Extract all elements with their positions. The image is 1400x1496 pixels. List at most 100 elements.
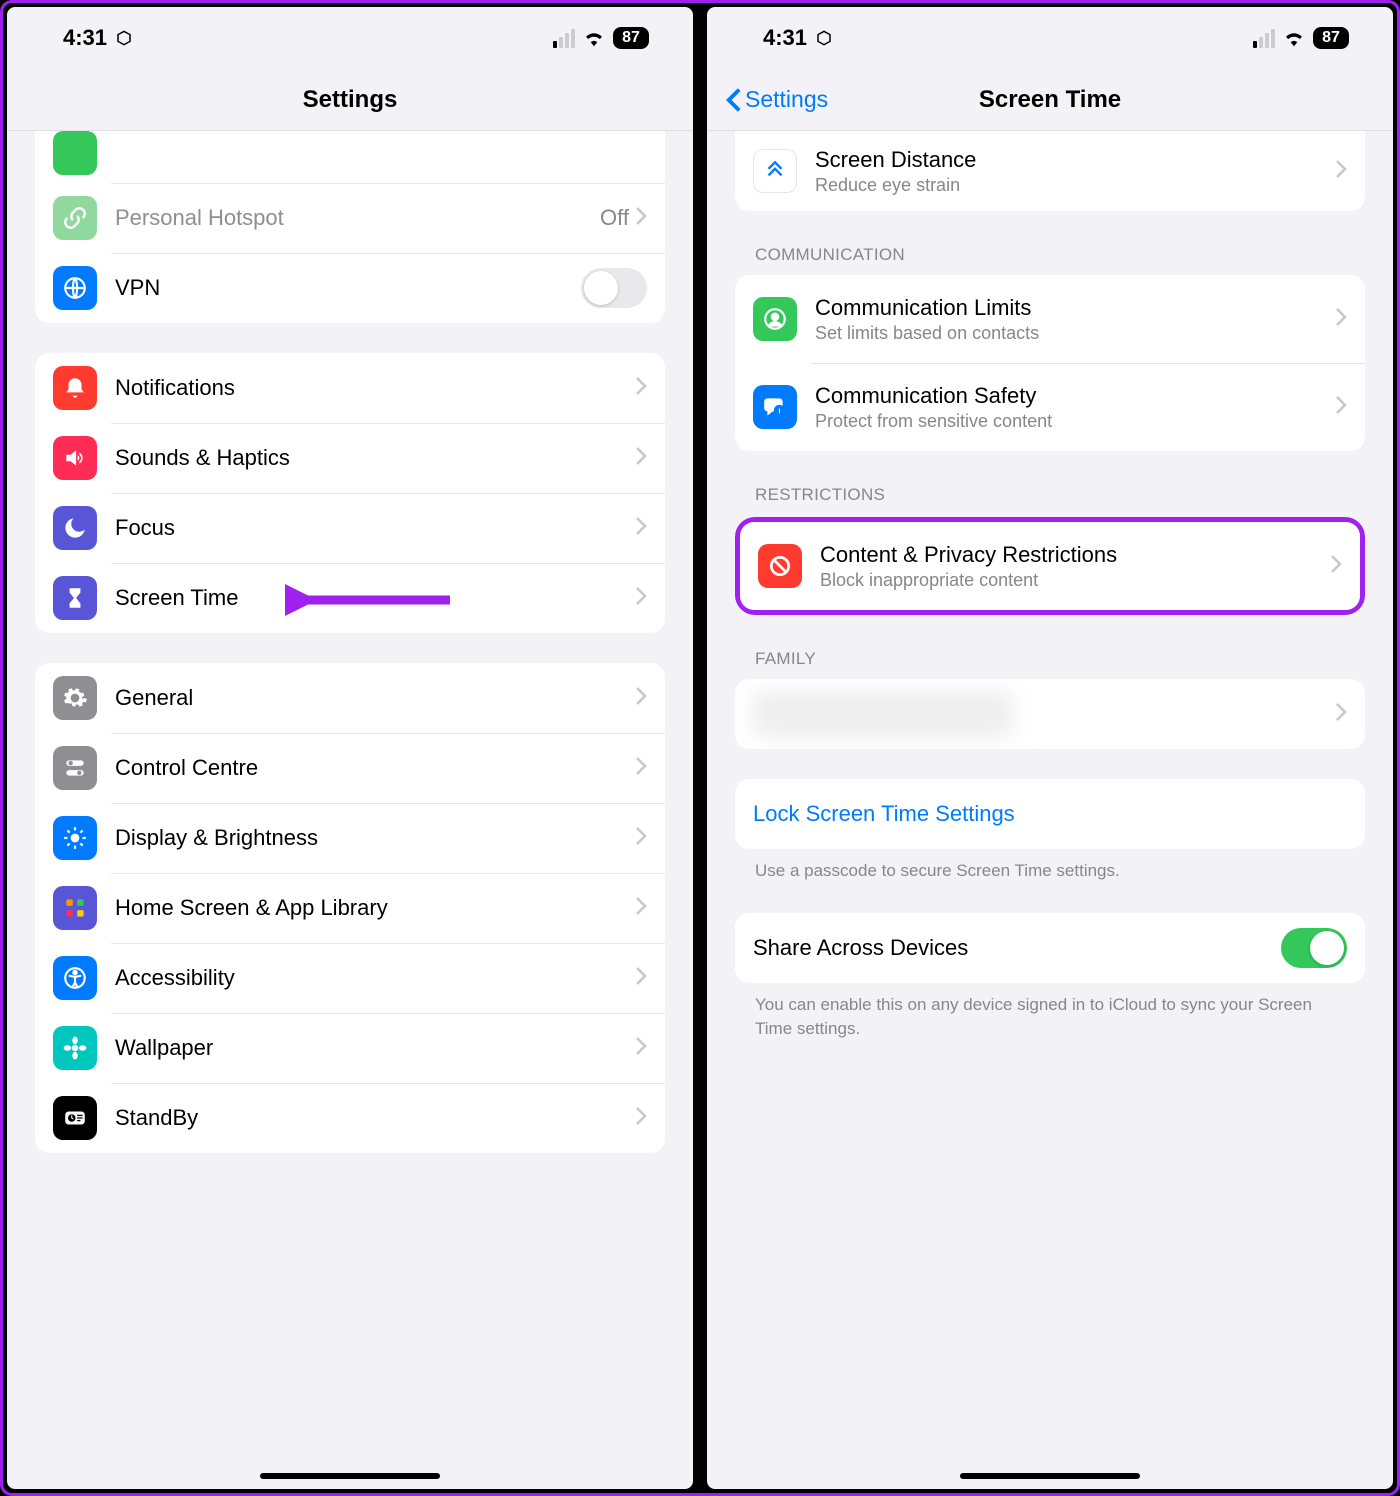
page-title: Screen Time	[979, 86, 1121, 114]
sounds-label: Sounds & Haptics	[115, 445, 635, 471]
vpn-toggle[interactable]	[581, 268, 647, 308]
redacted-content	[753, 691, 1013, 737]
speaker-icon	[53, 436, 97, 480]
cellular-signal-icon	[1253, 29, 1275, 48]
clock-icon	[53, 1096, 97, 1140]
row-accessibility[interactable]: Accessibility	[35, 943, 665, 1013]
control-label: Control Centre	[115, 755, 635, 781]
standby-label: StandBy	[115, 1105, 635, 1131]
comm-safety-sub: Protect from sensitive content	[815, 411, 1335, 432]
focus-label: Focus	[115, 515, 635, 541]
chevron-right-icon	[635, 686, 647, 711]
share-footer: You can enable this on any device signed…	[755, 993, 1345, 1041]
chevron-right-icon	[635, 756, 647, 781]
notifications-label: Notifications	[115, 375, 635, 401]
chevron-right-icon	[635, 376, 647, 401]
screen-distance-label: Screen Distance	[815, 147, 1335, 173]
green-icon	[53, 131, 97, 175]
nav-header: Settings Screen Time	[707, 69, 1393, 131]
switches-icon	[53, 746, 97, 790]
cellular-signal-icon	[553, 29, 575, 48]
row-general[interactable]: General	[35, 663, 665, 733]
row-notifications[interactable]: Notifications	[35, 353, 665, 423]
row-communication-safety[interactable]: ! Communication Safety Protect from sens…	[735, 363, 1365, 451]
cube-icon	[115, 29, 133, 47]
row-display[interactable]: Display & Brightness	[35, 803, 665, 873]
distance-icon	[753, 149, 797, 193]
chevron-right-icon	[1335, 159, 1347, 184]
wifi-icon	[1283, 29, 1305, 47]
chevron-right-icon	[635, 586, 647, 611]
link-icon	[53, 196, 97, 240]
sun-icon	[53, 816, 97, 860]
highlight-content-privacy: Content & Privacy Restrictions Block ina…	[735, 517, 1365, 615]
left-phone-settings: 4:31 87 Settings Personal Hotspot Off	[7, 7, 693, 1489]
battery-icon: 87	[613, 27, 649, 49]
comm-limits-sub: Set limits based on contacts	[815, 323, 1335, 344]
content-privacy-sub: Block inappropriate content	[820, 570, 1330, 591]
accessibility-icon	[53, 956, 97, 1000]
chevron-right-icon	[635, 896, 647, 921]
nav-header: Settings	[7, 69, 693, 131]
chevron-right-icon	[635, 206, 647, 231]
row-unknown-green[interactable]	[35, 131, 665, 183]
chevron-right-icon	[635, 1106, 647, 1131]
family-header: Family	[755, 649, 1365, 669]
screentime-label: Screen Time	[115, 585, 635, 611]
moon-icon	[53, 506, 97, 550]
row-share-devices[interactable]: Share Across Devices	[735, 913, 1365, 983]
accessibility-label: Accessibility	[115, 965, 635, 991]
row-family-member[interactable]	[735, 679, 1365, 749]
content-privacy-label: Content & Privacy Restrictions	[820, 542, 1330, 568]
chevron-right-icon	[1335, 395, 1347, 420]
status-bar: 4:31 87	[7, 7, 693, 69]
battery-icon: 87	[1313, 27, 1349, 49]
row-sounds[interactable]: Sounds & Haptics	[35, 423, 665, 493]
cube-icon	[815, 29, 833, 47]
chevron-right-icon	[1330, 554, 1342, 579]
row-home-screen[interactable]: Home Screen & App Library	[35, 873, 665, 943]
row-focus[interactable]: Focus	[35, 493, 665, 563]
home-indicator[interactable]	[960, 1473, 1140, 1479]
globe-icon	[53, 266, 97, 310]
chevron-right-icon	[635, 516, 647, 541]
hotspot-value: Off	[600, 205, 629, 231]
row-content-privacy[interactable]: Content & Privacy Restrictions Block ina…	[740, 522, 1360, 610]
chevron-right-icon	[1335, 307, 1347, 332]
share-label: Share Across Devices	[753, 935, 1281, 961]
row-vpn[interactable]: VPN	[35, 253, 665, 323]
chevron-right-icon	[635, 826, 647, 851]
chevron-right-icon	[635, 966, 647, 991]
communication-header: Communication	[755, 245, 1365, 265]
comm-limits-label: Communication Limits	[815, 295, 1335, 321]
row-lock-screentime[interactable]: Lock Screen Time Settings	[735, 779, 1365, 849]
chevron-right-icon	[635, 446, 647, 471]
flower-icon	[53, 1026, 97, 1070]
back-label: Settings	[745, 86, 828, 113]
home-label: Home Screen & App Library	[115, 895, 635, 921]
hourglass-icon	[53, 576, 97, 620]
row-control-centre[interactable]: Control Centre	[35, 733, 665, 803]
back-button[interactable]: Settings	[725, 86, 828, 113]
display-label: Display & Brightness	[115, 825, 635, 851]
lock-label: Lock Screen Time Settings	[753, 801, 1347, 827]
row-personal-hotspot[interactable]: Personal Hotspot Off	[35, 183, 665, 253]
general-label: General	[115, 685, 635, 711]
wallpaper-label: Wallpaper	[115, 1035, 635, 1061]
chevron-right-icon	[635, 1036, 647, 1061]
status-time: 4:31	[63, 25, 107, 51]
row-screen-distance[interactable]: Screen Distance Reduce eye strain	[735, 131, 1365, 211]
row-standby[interactable]: StandBy	[35, 1083, 665, 1153]
chevron-right-icon	[1335, 702, 1347, 727]
row-communication-limits[interactable]: Communication Limits Set limits based on…	[735, 275, 1365, 363]
share-toggle[interactable]	[1281, 928, 1347, 968]
row-screen-time[interactable]: Screen Time	[35, 563, 665, 633]
status-time: 4:31	[763, 25, 807, 51]
svg-text:!: !	[778, 407, 781, 416]
home-indicator[interactable]	[260, 1473, 440, 1479]
row-wallpaper[interactable]: Wallpaper	[35, 1013, 665, 1083]
page-title: Settings	[303, 86, 398, 114]
person-circle-icon	[753, 297, 797, 341]
lock-footer: Use a passcode to secure Screen Time set…	[755, 859, 1345, 883]
screen-distance-sub: Reduce eye strain	[815, 175, 1335, 196]
